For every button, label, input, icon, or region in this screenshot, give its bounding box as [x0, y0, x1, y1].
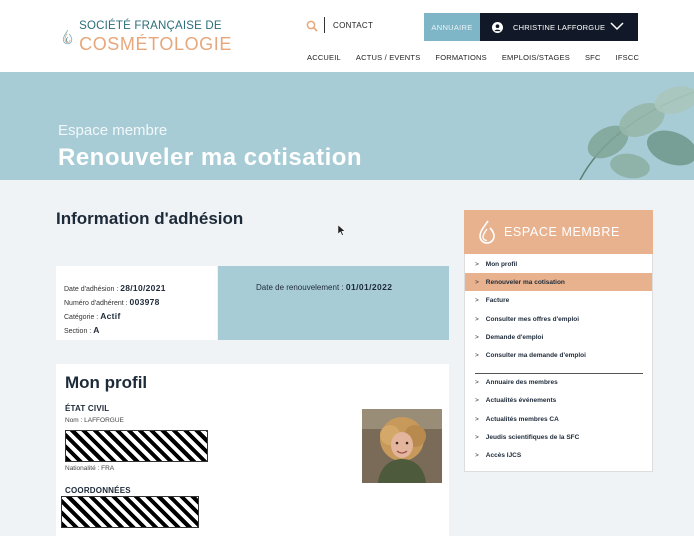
categorie-label: Catégorie : — [64, 314, 101, 321]
mouse-cursor-icon — [338, 225, 346, 236]
user-menu-button[interactable]: CHRISTINE LAFFORGUE — [480, 13, 638, 41]
profile-photo — [362, 409, 442, 483]
numero-label: Numéro d'adhérent : — [64, 300, 130, 307]
sidebar-item-acces-ijcs[interactable]: > Accès IJCS — [465, 446, 652, 464]
chevron-right-icon: > — [475, 451, 479, 459]
drop-logo-icon — [479, 220, 495, 244]
sidebar-item-label: Mon profil — [485, 260, 518, 268]
member-sidebar-menu: > Mon profil > Renouveler ma cotisation > F… — [464, 254, 653, 472]
renouvellement-row: Date de renouvelement : 01/01/2022 — [256, 282, 392, 292]
chevron-right-icon: > — [475, 296, 479, 304]
banner-subtitle: Espace membre — [58, 122, 168, 139]
divider — [324, 17, 325, 33]
numero-adherent-row: Numéro d'adhérent : 003978 — [64, 297, 160, 307]
chevron-right-icon: > — [475, 315, 479, 323]
chevron-right-icon: > — [475, 278, 479, 286]
sidebar-item-label: Demande d'emploi — [485, 333, 544, 341]
redacted-block — [61, 496, 199, 528]
adhesion-details-card: Date d'adhésion : 28/10/2021 Numéro d'ad… — [56, 266, 217, 340]
chevron-right-icon: > — [475, 260, 479, 268]
user-icon — [492, 21, 503, 33]
profil-title: Mon profil — [65, 373, 148, 392]
contact-link[interactable]: CONTACT — [333, 21, 373, 30]
sidebar-item-ma-demande-emploi[interactable]: > Consulter ma demande d'emploi — [465, 346, 652, 364]
nav-accueil[interactable]: ACCUEIL — [307, 53, 341, 62]
sidebar-item-actualites-membres-ca[interactable]: > Actualités membres CA — [465, 410, 652, 428]
profil-card: Mon profil ÉTAT CIVIL Nom : LAFFORGUE Na… — [56, 364, 449, 536]
sidebar-item-facture[interactable]: > Facture — [465, 291, 652, 309]
nationalite-text: Nationalité : FRA — [65, 465, 115, 472]
date-adhesion-value: 28/10/2021 — [120, 283, 166, 293]
chevron-right-icon: > — [475, 415, 479, 423]
sidebar-item-label: Actualités événements — [485, 396, 557, 404]
sidebar-item-label: Renouveler ma cotisation — [485, 278, 565, 286]
section-title-adhesion: Information d'adhésion — [56, 209, 244, 228]
search-icon[interactable] — [306, 20, 318, 32]
main-nav: ACCUEIL ACTUS / EVENTS FORMATIONS EMPLOI… — [307, 53, 654, 62]
renouvellement-label: Date de renouvelement : — [256, 283, 346, 292]
nav-actus-events[interactable]: ACTUS / EVENTS — [356, 53, 420, 62]
sidebar-item-label: Jeudis scientifiques de la SFC — [485, 433, 580, 441]
chevron-right-icon: > — [475, 433, 479, 441]
sidebar-item-actualites-evenements[interactable]: > Actualités événements — [465, 391, 652, 409]
sidebar-item-label: Annuaire des membres — [485, 378, 558, 386]
nom-text: Nom : LAFFORGUE — [65, 417, 124, 424]
date-adhesion-label: Date d'adhésion : — [64, 286, 121, 293]
etat-civil-heading: ÉTAT CIVIL — [65, 404, 110, 413]
section-row: Section : A — [64, 325, 100, 335]
logo-text-line1: SOCIÉTÉ FRANÇAISE DE — [79, 19, 222, 32]
sidebar-item-renouveler-cotisation[interactable]: > Renouveler ma cotisation — [465, 273, 652, 291]
date-adhesion-row: Date d'adhésion : 28/10/2021 — [64, 283, 166, 293]
page-title: Renouveler ma cotisation — [58, 144, 363, 171]
annuaire-button[interactable]: ANNUAIRE — [424, 13, 480, 41]
chevron-right-icon: > — [475, 378, 479, 386]
sidebar-item-label: Facture — [485, 296, 510, 304]
nav-sfc[interactable]: SFC — [585, 53, 601, 62]
sidebar-item-offres-emploi[interactable]: > Consulter mes offres d'emploi — [465, 310, 652, 328]
numero-value: 003978 — [129, 297, 160, 307]
sidebar-item-label: Consulter mes offres d'emploi — [485, 315, 580, 323]
categorie-row: Catégorie : Actif — [64, 311, 121, 321]
chevron-right-icon: > — [475, 351, 479, 359]
coordonnees-heading: COORDONNÉES — [65, 486, 131, 495]
renouvellement-card: Date de renouvelement : 01/01/2022 — [218, 266, 449, 340]
chevron-down-icon — [610, 22, 624, 31]
section-label: Section : — [64, 328, 94, 335]
sidebar-item-jeudis-scientifiques[interactable]: > Jeudis scientifiques de la SFC — [465, 428, 652, 446]
sidebar-item-label: Consulter ma demande d'emploi — [485, 351, 586, 359]
sidebar-item-demande-emploi[interactable]: > Demande d'emploi — [465, 328, 652, 346]
sidebar-item-mon-profil[interactable]: > Mon profil — [465, 255, 652, 273]
site-logo[interactable]: SOCIÉTÉ FRANÇAISE DE COSMÉTOLOGIE — [62, 14, 232, 60]
nav-emplois-stages[interactable]: EMPLOIS/STAGES — [502, 53, 570, 62]
espace-membre-title: ESPACE MEMBRE — [504, 225, 620, 239]
sidebar-item-annuaire[interactable]: > Annuaire des membres — [465, 373, 652, 391]
user-name: CHRISTINE LAFFORGUE — [513, 22, 606, 32]
renouvellement-value: 01/01/2022 — [345, 282, 393, 292]
chevron-right-icon: > — [475, 396, 479, 404]
eucalyptus-leaves-decoration — [579, 86, 694, 180]
drop-logo-icon — [62, 29, 73, 45]
redacted-block — [65, 430, 208, 462]
nav-formations[interactable]: FORMATIONS — [435, 53, 486, 62]
sidebar-item-label: Accès IJCS — [485, 451, 522, 459]
profile-photo-image — [362, 409, 442, 483]
page-banner: Espace membre Renouveler ma cotisation — [0, 72, 694, 180]
categorie-value: Actif — [100, 311, 121, 321]
logo-text-line2: COSMÉTOLOGIE — [79, 34, 232, 55]
site-header: SOCIÉTÉ FRANÇAISE DE COSMÉTOLOGIE CONTAC… — [0, 0, 694, 72]
chevron-right-icon: > — [475, 333, 479, 341]
espace-membre-header: ESPACE MEMBRE — [464, 210, 653, 254]
sidebar-item-label: Actualités membres CA — [485, 415, 559, 423]
nav-ifscc[interactable]: IFSCC — [616, 53, 640, 62]
section-value: A — [93, 325, 100, 335]
